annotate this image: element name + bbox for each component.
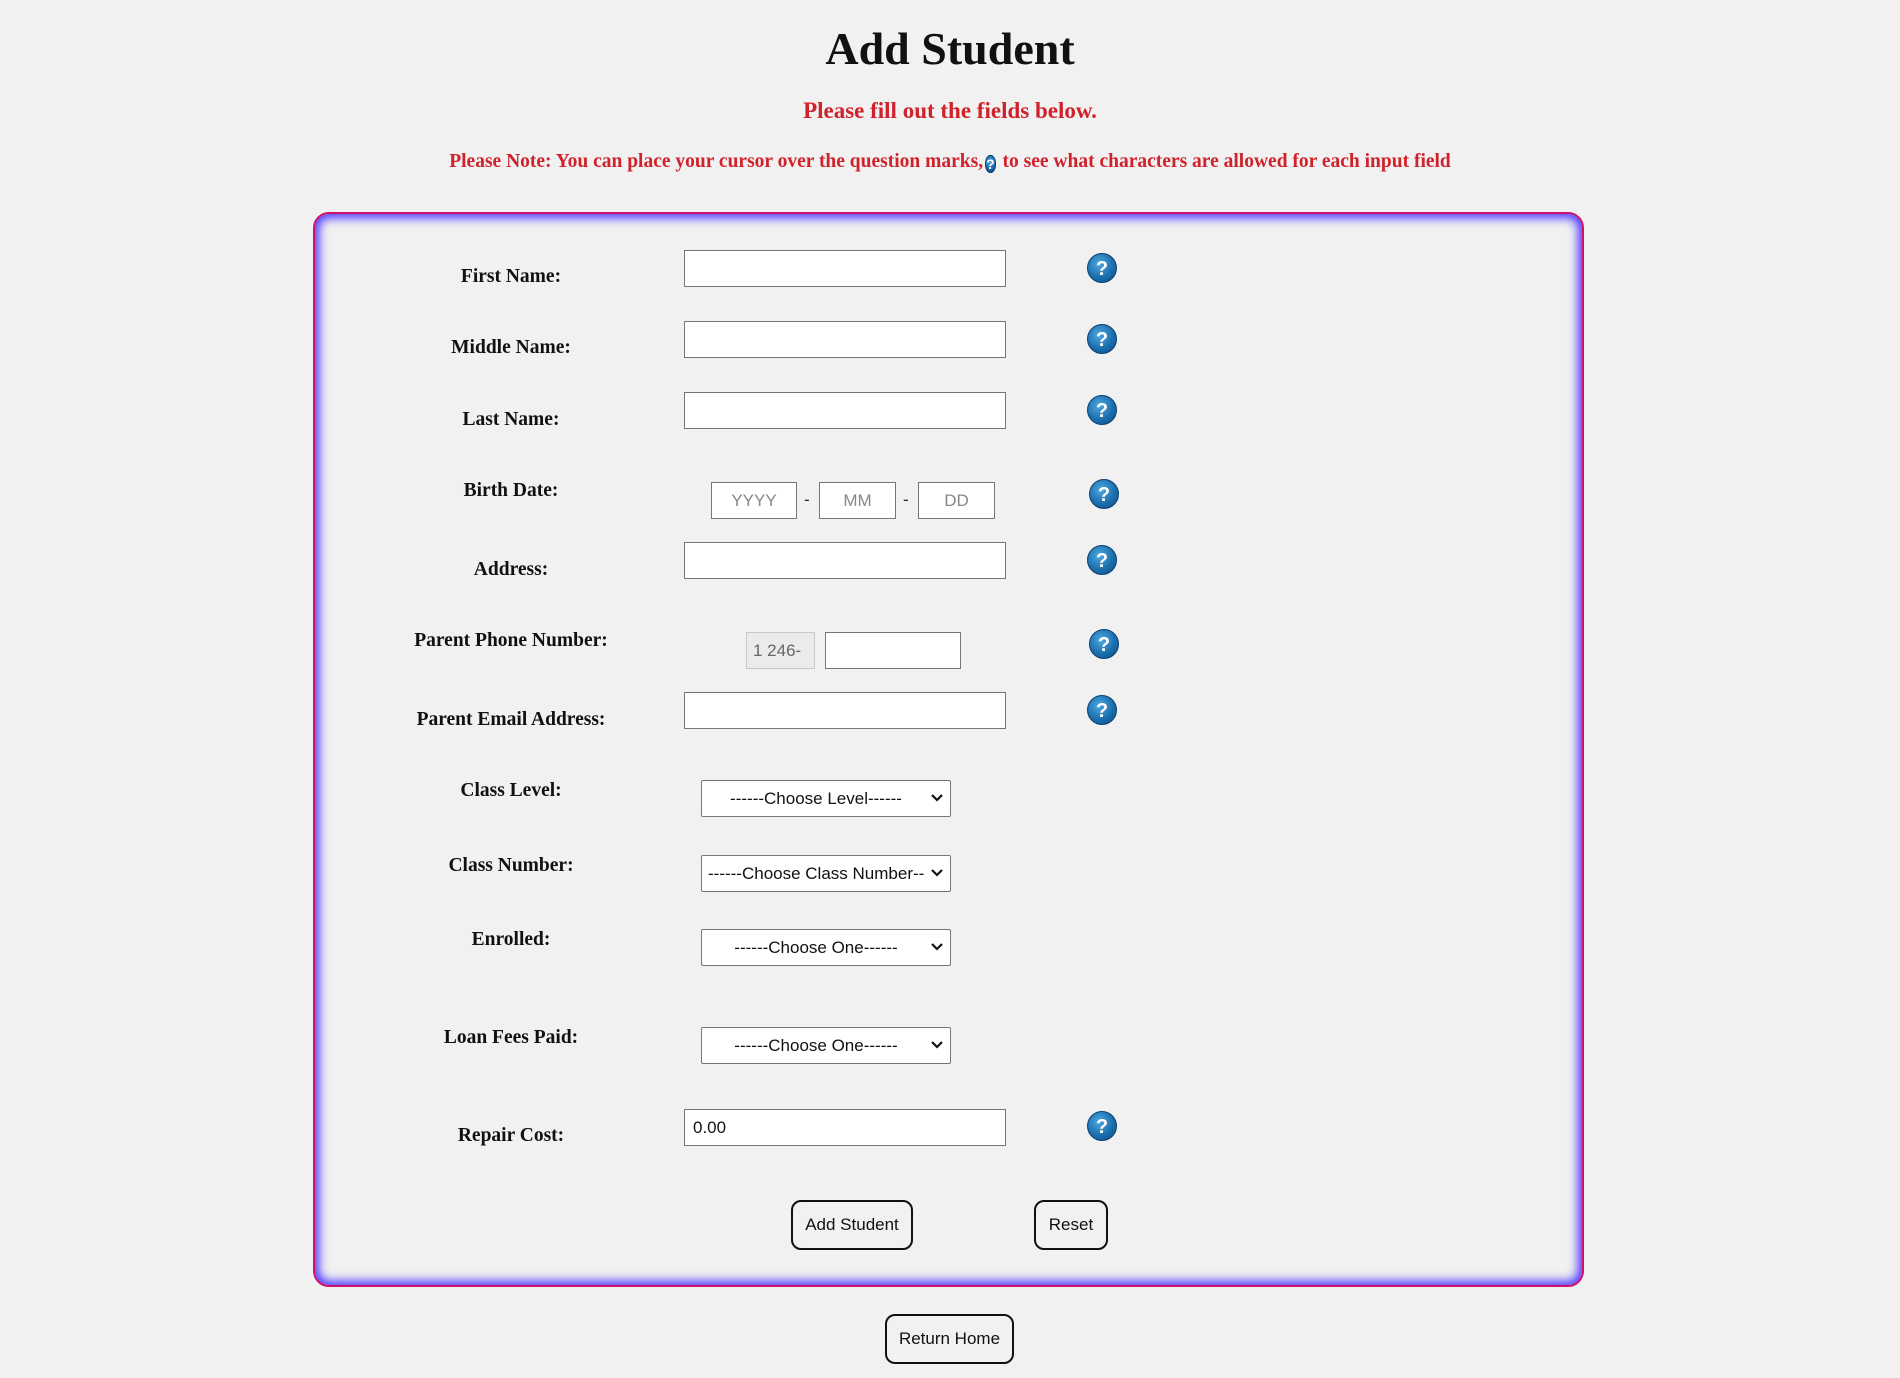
repair-cost-label: Repair Cost: xyxy=(457,1125,565,1146)
help-question-icon[interactable]: ? xyxy=(1087,395,1117,425)
help-question-icon[interactable]: ? xyxy=(1087,324,1117,354)
class-number-label: Class Number: xyxy=(448,855,574,876)
parent-email-label: Parent Email Address: xyxy=(416,709,606,730)
help-note-text-end: to see what characters are allowed for e… xyxy=(1002,151,1451,172)
return-home-button[interactable]: Return Home xyxy=(885,1314,1014,1364)
loan-fees-paid-select[interactable]: ------Choose One------ xyxy=(701,1027,951,1064)
birth-date-label: Birth Date: xyxy=(463,480,559,501)
middle-name-label: Middle Name: xyxy=(451,337,571,358)
repair-cost-input[interactable] xyxy=(684,1109,1006,1146)
chevron-down-icon xyxy=(930,1034,944,1061)
help-question-icon[interactable]: ? xyxy=(1087,545,1117,575)
add-student-button[interactable]: Add Student xyxy=(791,1200,913,1250)
date-separator: - xyxy=(903,490,909,509)
first-name-input[interactable] xyxy=(684,250,1006,287)
birth-year-input[interactable] xyxy=(711,482,797,519)
help-question-icon[interactable]: ? xyxy=(1087,1111,1117,1141)
address-input[interactable] xyxy=(684,542,1006,579)
last-name-label: Last Name: xyxy=(462,409,560,430)
help-note-text-start: Please Note: You can place your cursor o… xyxy=(449,151,984,172)
class-level-label: Class Level: xyxy=(460,780,562,801)
enrolled-value: ------Choose One------ xyxy=(734,938,898,957)
parent-phone-input[interactable] xyxy=(825,632,961,669)
loan-fees-paid-value: ------Choose One------ xyxy=(734,1036,898,1055)
form-instructions: Please fill out the fields below. xyxy=(803,98,1097,123)
class-level-select[interactable]: ------Choose Level------ xyxy=(701,780,951,817)
parent-phone-label: Parent Phone Number: xyxy=(414,630,608,651)
parent-email-input[interactable] xyxy=(684,692,1006,729)
phone-prefix xyxy=(746,632,815,669)
last-name-input[interactable] xyxy=(684,392,1006,429)
class-number-select[interactable]: ------Choose Class Number------ xyxy=(701,855,951,892)
help-question-icon[interactable]: ? xyxy=(1089,629,1119,659)
date-separator: - xyxy=(804,490,810,509)
birth-day-input[interactable] xyxy=(918,482,995,519)
address-label: Address: xyxy=(473,559,549,580)
chevron-down-icon xyxy=(930,936,944,963)
enrolled-select[interactable]: ------Choose One------ xyxy=(701,929,951,966)
help-question-icon[interactable]: ? xyxy=(1089,479,1119,509)
help-note: Please Note: You can place your cursor o… xyxy=(0,151,1900,175)
loan-fees-paid-label: Loan Fees Paid: xyxy=(443,1027,579,1048)
class-number-value: ------Choose Class Number------ xyxy=(708,864,924,883)
help-question-icon[interactable]: ? xyxy=(1087,253,1117,283)
help-question-icon[interactable]: ? xyxy=(1087,695,1117,725)
first-name-label: First Name: xyxy=(460,266,562,287)
chevron-down-icon xyxy=(930,862,944,889)
reset-button[interactable]: Reset xyxy=(1034,1200,1108,1250)
class-level-value: ------Choose Level------ xyxy=(730,789,902,808)
middle-name-input[interactable] xyxy=(684,321,1006,358)
page-title: Add Student xyxy=(825,23,1075,74)
birth-month-input[interactable] xyxy=(819,482,896,519)
help-question-icon: ? xyxy=(985,155,996,173)
chevron-down-icon xyxy=(930,787,944,814)
enrolled-label: Enrolled: xyxy=(471,929,551,950)
